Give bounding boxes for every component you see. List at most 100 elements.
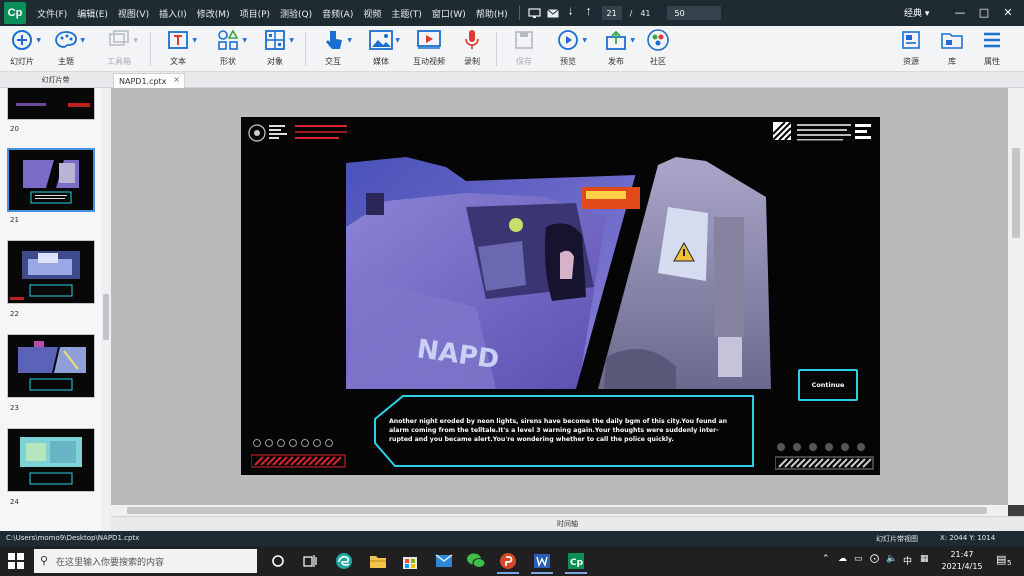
captivate-taskbar-icon[interactable]: Cp: [562, 549, 590, 574]
scrollbar-thumb[interactable]: [103, 294, 109, 340]
scrollbar-thumb[interactable]: [127, 507, 987, 514]
windows-start-icon[interactable]: [8, 553, 24, 569]
battery-icon[interactable]: ▭: [854, 554, 863, 564]
objects-icon: ▼: [262, 28, 294, 52]
save-button[interactable]: 保存: [502, 28, 546, 70]
zoom-select[interactable]: 50: [666, 6, 721, 20]
next-slide-icon[interactable]: 🠓: [562, 5, 580, 21]
close-icon[interactable]: ✕: [998, 2, 1018, 22]
community-icon: [645, 28, 671, 52]
mail-app-icon[interactable]: [430, 549, 458, 573]
slide-thumbnail[interactable]: [7, 240, 95, 304]
theme-button[interactable]: ▼ 主题: [44, 28, 88, 70]
edge-browser-icon[interactable]: [330, 549, 358, 573]
menu-file[interactable]: 文件(F): [32, 7, 72, 20]
shapes-button[interactable]: ▼ 形状: [206, 28, 250, 70]
menu-lines-icon: [979, 28, 1005, 52]
word-icon[interactable]: [528, 549, 556, 574]
notification-count: 5: [1007, 559, 1012, 567]
slide-button[interactable]: ▼ 幻灯片: [0, 28, 44, 70]
interactive-video-button[interactable]: 互动视频: [407, 28, 451, 70]
filmstrip-scrollbar[interactable]: [101, 88, 111, 531]
menu-quiz[interactable]: 测验(Q): [275, 7, 317, 20]
cortana-icon[interactable]: [264, 549, 292, 573]
file-explorer-icon[interactable]: [364, 549, 392, 573]
menu-audio[interactable]: 音频(A): [317, 7, 358, 20]
toolbox-button[interactable]: ▼ 工具箱: [97, 28, 141, 70]
properties-button[interactable]: 属性: [970, 28, 1014, 70]
publish-button[interactable]: ▼ 发布: [594, 28, 638, 70]
slide-number: 20: [10, 125, 19, 133]
search-icon: ⚲: [40, 554, 49, 567]
assets-button[interactable]: 资源: [889, 28, 933, 70]
police-car-illustration: NAPD: [346, 157, 771, 389]
total-slides: 41: [640, 8, 651, 18]
menu-help[interactable]: 帮助(H): [471, 7, 513, 20]
cursor-coordinates: X: 2044 Y: 1014: [940, 534, 996, 542]
captivate-logo: Cp: [4, 2, 26, 24]
current-slide-field[interactable]: 21: [601, 6, 622, 20]
hand-pointer-icon: ▼: [320, 28, 352, 52]
taskbar-clock[interactable]: 21:47 2021/4/15: [938, 549, 986, 573]
community-button[interactable]: 社区: [636, 28, 680, 70]
menu-edit[interactable]: 编辑(E): [72, 7, 113, 20]
menu-themes[interactable]: 主题(T): [386, 7, 427, 20]
wechat-icon[interactable]: [462, 549, 490, 573]
media-button[interactable]: ▼ 媒体: [359, 28, 403, 70]
slide-thumbnail-selected[interactable]: [7, 148, 95, 212]
powerpoint-icon[interactable]: [494, 549, 522, 574]
stage-horizontal-scrollbar[interactable]: [111, 505, 1008, 516]
text-button[interactable]: ▼ 文本: [156, 28, 200, 70]
task-view-icon[interactable]: [296, 549, 324, 573]
timeline-bar[interactable]: 时间轴: [111, 516, 1024, 531]
cloud-icon[interactable]: ☁: [838, 554, 847, 564]
menu-video[interactable]: 视频: [358, 7, 386, 20]
input-method-indicator[interactable]: 中: [903, 554, 912, 567]
mail-icon[interactable]: [544, 5, 562, 21]
filmstrip-panel: 20 21 22 23 24: [0, 88, 111, 531]
previous-slide-icon[interactable]: 🠑: [580, 5, 598, 21]
interactions-button[interactable]: ▼ 交互: [311, 28, 355, 70]
preview-button[interactable]: ▼ 预览: [546, 28, 590, 70]
record-button[interactable]: 录制: [450, 28, 494, 70]
ime-mode-icon[interactable]: ▦: [920, 554, 929, 564]
menu-insert[interactable]: 插入(I): [154, 7, 192, 20]
objects-button[interactable]: ▼ 对象: [253, 28, 297, 70]
view-mode: 幻灯片带视图: [876, 535, 918, 543]
menu-view[interactable]: 视图(V): [113, 7, 154, 20]
microsoft-store-icon[interactable]: [396, 549, 424, 573]
workspace-mode-select[interactable]: 经典 ▾: [904, 6, 929, 19]
maximize-icon[interactable]: □: [974, 2, 994, 22]
library-button[interactable]: 库: [930, 28, 974, 70]
menu-window[interactable]: 窗口(W): [427, 7, 471, 20]
show-hidden-icons-icon[interactable]: ⌃: [822, 554, 830, 564]
monitor-icon[interactable]: [526, 5, 544, 21]
add-slide-icon: ▼: [9, 28, 41, 52]
main-toolbar: ▼ 幻灯片 ▼ 主题 ▼ 工具箱 ▼ 文本 ▼ 形状 ▼ 对象 ▼ 交互 ▼ 媒…: [0, 26, 1024, 72]
scrollbar-thumb[interactable]: [1012, 148, 1020, 238]
svg-text:Cp: Cp: [570, 558, 584, 568]
volume-icon[interactable]: 🔈: [886, 554, 897, 564]
text-icon: ▼: [165, 28, 197, 52]
wifi-icon[interactable]: ⨀: [870, 554, 879, 564]
document-tab[interactable]: NAPD1.cptx ×: [113, 73, 185, 88]
slide-thumbnail[interactable]: [7, 428, 95, 492]
file-path: C:\Users\momo9\Desktop\NAPD1.cptx: [6, 534, 140, 542]
menu-project[interactable]: 项目(P): [235, 7, 275, 20]
taskbar-search-input[interactable]: ⚲ 在这里输入你要搜索的内容: [34, 549, 257, 573]
slide-thumbnail[interactable]: [7, 88, 95, 120]
narration-text: Another night eroded by neon lights, sir…: [389, 418, 728, 443]
tab-close-icon[interactable]: ×: [173, 75, 180, 84]
stage-vertical-scrollbar[interactable]: [1008, 88, 1024, 505]
minimize-icon[interactable]: —: [950, 2, 970, 22]
continue-button[interactable]: Continue: [798, 369, 858, 401]
notification-center-icon[interactable]: ▤: [996, 553, 1006, 566]
windows-taskbar: ⚲ 在这里输入你要搜索的内容 Cp ⌃ ☁ ▭ ⨀ 🔈 中 ▦ 21:47 20…: [0, 546, 1024, 576]
page-separator: /: [629, 8, 633, 18]
publish-icon: ▼: [603, 28, 635, 52]
hud-bottom-right-decoration: [775, 443, 874, 470]
shapes-icon: ▼: [215, 28, 247, 52]
zoom-value: 50: [674, 8, 685, 18]
slide-thumbnail[interactable]: [7, 334, 95, 398]
menu-modify[interactable]: 修改(M): [192, 7, 235, 20]
